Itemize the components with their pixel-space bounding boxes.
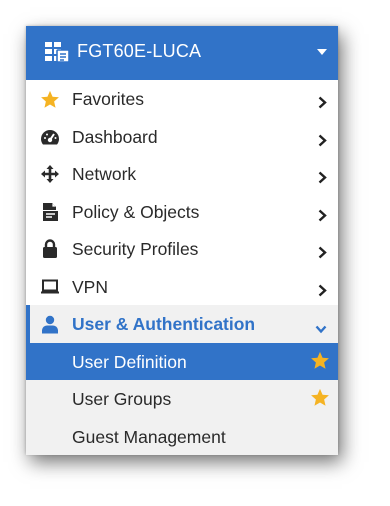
chevron-right-icon [318, 93, 327, 114]
menu-item-user-authentication[interactable]: User & Authentication [26, 305, 338, 343]
chevron-right-icon [318, 243, 327, 264]
main-menu: Favorites Dashboard Network Policy & Obj… [26, 80, 338, 343]
menu-item-security-profiles[interactable]: Security Profiles [26, 230, 338, 268]
fortinet-device-icon [45, 42, 70, 68]
device-name: FGT60E-LUCA [77, 41, 202, 61]
policy-document-icon [40, 202, 60, 222]
menu-item-label: User & Authentication [72, 314, 256, 334]
menu-item-favorites[interactable]: Favorites [26, 80, 338, 118]
submenu-item-guest-management[interactable]: Guest Management [26, 417, 338, 455]
menu-item-label: Security Profiles [72, 239, 199, 259]
lock-icon [40, 239, 60, 259]
laptop-icon [40, 277, 60, 297]
star-icon [40, 89, 60, 109]
chevron-right-icon [318, 168, 327, 189]
user-icon [40, 314, 60, 334]
menu-item-vpn[interactable]: VPN [26, 268, 338, 306]
submenu-item-label: User Definition [72, 351, 187, 372]
favorite-star-icon[interactable] [310, 388, 330, 412]
dashboard-gauge-icon [40, 127, 60, 147]
submenu-item-user-groups[interactable]: User Groups [26, 380, 338, 418]
caret-down-icon[interactable] [317, 49, 327, 55]
menu-item-label: Favorites [72, 89, 144, 109]
menu-item-label: Policy & Objects [72, 201, 200, 222]
menu-item-label: Dashboard [72, 126, 158, 147]
chevron-down-icon [315, 318, 327, 339]
submenu-item-label: Guest Management [72, 426, 226, 447]
menu-item-label: Network [72, 164, 137, 184]
favorite-star-icon[interactable] [310, 351, 330, 375]
menu-item-policy-objects[interactable]: Policy & Objects [26, 193, 338, 231]
menu-item-network[interactable]: Network [26, 155, 338, 193]
chevron-right-icon [318, 281, 327, 302]
navigation-panel: FGT60E-LUCA Favorites Dashboard Network … [26, 26, 338, 455]
chevron-right-icon [318, 131, 327, 152]
network-move-icon [40, 164, 60, 184]
submenu-item-label: User Groups [72, 389, 172, 409]
menu-item-label: VPN [72, 276, 108, 297]
submenu-item-user-definition[interactable]: User Definition [26, 342, 338, 380]
device-selector-header[interactable]: FGT60E-LUCA [26, 26, 338, 80]
menu-item-dashboard[interactable]: Dashboard [26, 118, 338, 156]
chevron-right-icon [318, 206, 327, 227]
